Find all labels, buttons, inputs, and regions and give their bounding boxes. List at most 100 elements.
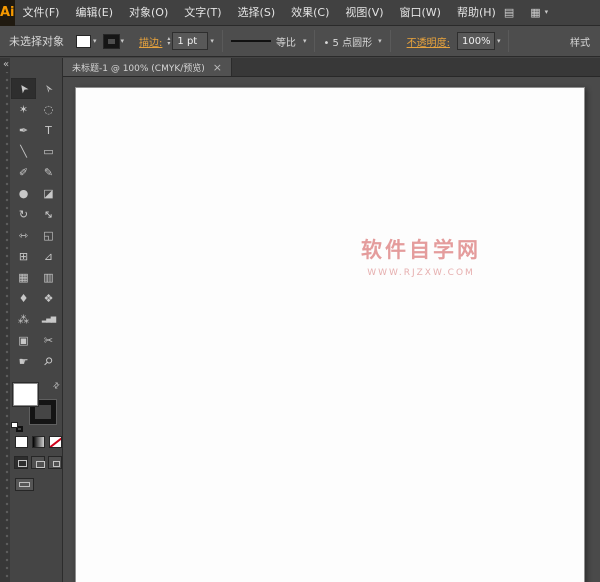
- zoom-tool[interactable]: ⚲: [36, 351, 61, 372]
- tools-grid: ➤ ➢ ✶ ◌ ✒ T ╲ ▭ ✐ ✎ ● ◪ ↻ ↔ ⇿ ◱ ⊞ ⊿ ▦ ▥: [11, 78, 61, 372]
- magic-wand-tool[interactable]: ✶: [11, 99, 36, 120]
- gradient-tool-icon: ▥: [43, 271, 54, 284]
- canvas[interactable]: 软件自学网 WWW.RJZXW.COM: [63, 78, 600, 582]
- dock-edge[interactable]: [0, 72, 10, 582]
- menubar-right-cluster: ▤ ▦ ▾: [504, 6, 600, 19]
- symbol-sprayer-tool[interactable]: ⁂: [11, 309, 36, 330]
- column-graph-tool-icon: ▂▄▆: [41, 315, 56, 323]
- stroke-panel-link[interactable]: 描边:: [139, 34, 162, 49]
- direct-selection-tool[interactable]: ➢: [36, 78, 61, 99]
- document-area: 未标题-1 @ 100% (CMYK/预览) × 软件自学网 WWW.RJZXW…: [63, 58, 600, 582]
- rectangle-tool[interactable]: ▭: [36, 141, 61, 162]
- chevron-down-icon: ▾: [93, 36, 97, 45]
- mesh-tool[interactable]: ▦: [11, 267, 36, 288]
- blend-tool[interactable]: ❖: [36, 288, 61, 309]
- artboard-tool-icon: ▣: [18, 334, 29, 347]
- rotate-tool-icon: ↻: [18, 208, 29, 221]
- stroke-line-icon: [230, 40, 271, 42]
- separator: [314, 30, 316, 52]
- zoom-tool-icon: ⚲: [41, 354, 56, 369]
- tab-close-icon[interactable]: ×: [213, 62, 222, 73]
- menu-file[interactable]: 文件(F): [15, 0, 68, 25]
- menu-type[interactable]: 文字(T): [176, 0, 229, 25]
- app-logo-icon[interactable]: Ai: [0, 0, 15, 26]
- stroke-weight-stepper[interactable]: ▴ ▾: [167, 35, 171, 47]
- workspace-icon: ▦: [530, 6, 541, 19]
- blend-tool-icon: ❖: [43, 292, 54, 305]
- tools-panel: ➤ ➢ ✶ ◌ ✒ T ╲ ▭ ✐ ✎ ● ◪ ↻ ↔ ⇿ ◱ ⊞ ⊿ ▦ ▥: [10, 58, 63, 582]
- selection-status-label: 未选择对象: [9, 35, 64, 48]
- menu-window[interactable]: 窗口(W): [392, 0, 449, 25]
- chevron-down-icon: ▾: [544, 8, 549, 16]
- default-fill-stroke-icon[interactable]: [11, 422, 24, 433]
- arrange-documents-icon[interactable]: ▤: [504, 6, 514, 19]
- menu-object[interactable]: 对象(O): [121, 0, 176, 25]
- slice-tool[interactable]: ✂: [36, 330, 61, 351]
- chevron-down-icon: ▾: [378, 36, 382, 45]
- menu-bar: Ai 文件(F) 编辑(E) 对象(O) 文字(T) 选择(S) 效果(C) 视…: [0, 0, 600, 26]
- chevron-down-icon[interactable]: ▾: [497, 37, 501, 45]
- line-segment-tool-icon: ╲: [20, 145, 27, 158]
- free-transform-tool[interactable]: ◱: [36, 225, 61, 246]
- width-tool[interactable]: ⇿: [11, 225, 36, 246]
- line-segment-tool[interactable]: ╲: [11, 141, 36, 162]
- none-button[interactable]: [49, 436, 62, 448]
- fill-color-control[interactable]: ▾: [76, 34, 97, 48]
- eyedropper-tool[interactable]: ♦: [11, 288, 36, 309]
- paintbrush-tool[interactable]: ✐: [11, 162, 36, 183]
- slice-tool-icon: ✂: [43, 334, 54, 347]
- artboard[interactable]: 软件自学网 WWW.RJZXW.COM: [75, 87, 585, 582]
- draw-behind-button[interactable]: [31, 456, 45, 469]
- stroke-weight-field[interactable]: 1 pt: [172, 32, 209, 50]
- fill-stroke-indicator: ⇄: [11, 380, 62, 433]
- menu-help[interactable]: 帮助(H): [449, 0, 504, 25]
- hand-tool[interactable]: ☛: [11, 351, 36, 372]
- type-tool[interactable]: T: [36, 120, 61, 141]
- type-tool-icon: T: [45, 124, 52, 137]
- brush-definition-dropdown[interactable]: • 5 点圆形 ▾: [323, 34, 381, 49]
- lasso-tool[interactable]: ◌: [36, 99, 61, 120]
- width-profile-dropdown[interactable]: 等比 ▾: [230, 34, 307, 49]
- paintbrush-tool-icon: ✐: [18, 166, 29, 179]
- perspective-grid-tool[interactable]: ⊿: [36, 246, 61, 267]
- menu-effect[interactable]: 效果(C): [283, 0, 337, 25]
- opacity-field[interactable]: 100%: [456, 32, 495, 50]
- chevron-down-icon: ▾: [120, 36, 125, 45]
- rotate-tool[interactable]: ↻: [11, 204, 36, 225]
- artboard-tool[interactable]: ▣: [11, 330, 36, 351]
- eraser-tool[interactable]: ◪: [36, 183, 61, 204]
- stroke-color-control[interactable]: ▾: [103, 34, 125, 48]
- collapse-toolbar-button[interactable]: «: [3, 59, 9, 70]
- style-dropdown[interactable]: 样式: [570, 34, 590, 49]
- selection-tool[interactable]: ➤: [11, 78, 36, 99]
- document-tab[interactable]: 未标题-1 @ 100% (CMYK/预览) ×: [63, 58, 233, 76]
- draw-inside-button[interactable]: [48, 456, 62, 469]
- workspace-switcher[interactable]: ▦ ▾: [530, 6, 548, 19]
- opacity-panel-link[interactable]: 不透明度:: [407, 34, 450, 49]
- swap-fill-stroke-icon[interactable]: ⇄: [51, 380, 62, 391]
- magic-wand-tool-icon: ✶: [18, 103, 29, 116]
- chevron-down-icon: ▾: [302, 36, 307, 45]
- color-button[interactable]: [15, 436, 28, 448]
- gradient-button[interactable]: [32, 436, 45, 448]
- screen-mode-button[interactable]: [15, 478, 34, 491]
- draw-normal-button[interactable]: [14, 456, 28, 469]
- blob-brush-tool[interactable]: ●: [11, 183, 36, 204]
- pen-tool[interactable]: ✒: [11, 120, 36, 141]
- menu-view[interactable]: 视图(V): [337, 0, 391, 25]
- free-transform-tool-icon: ◱: [43, 229, 54, 242]
- scale-tool-icon: ↔: [40, 206, 57, 223]
- gradient-tool[interactable]: ▥: [36, 267, 61, 288]
- column-graph-tool[interactable]: ▂▄▆: [36, 309, 61, 330]
- menu-edit[interactable]: 编辑(E): [67, 0, 121, 25]
- fill-color-swatch[interactable]: [13, 383, 38, 406]
- pencil-tool[interactable]: ✎: [36, 162, 61, 183]
- scale-tool[interactable]: ↔: [36, 204, 61, 225]
- chevron-down-icon[interactable]: ▾: [210, 37, 214, 45]
- rectangle-tool-icon: ▭: [43, 145, 54, 158]
- shape-builder-tool[interactable]: ⊞: [11, 246, 36, 267]
- hand-tool-icon: ☛: [18, 355, 29, 368]
- color-mode-buttons: [15, 436, 62, 448]
- stepper-down-icon: ▾: [167, 40, 171, 47]
- menu-select[interactable]: 选择(S): [230, 0, 284, 25]
